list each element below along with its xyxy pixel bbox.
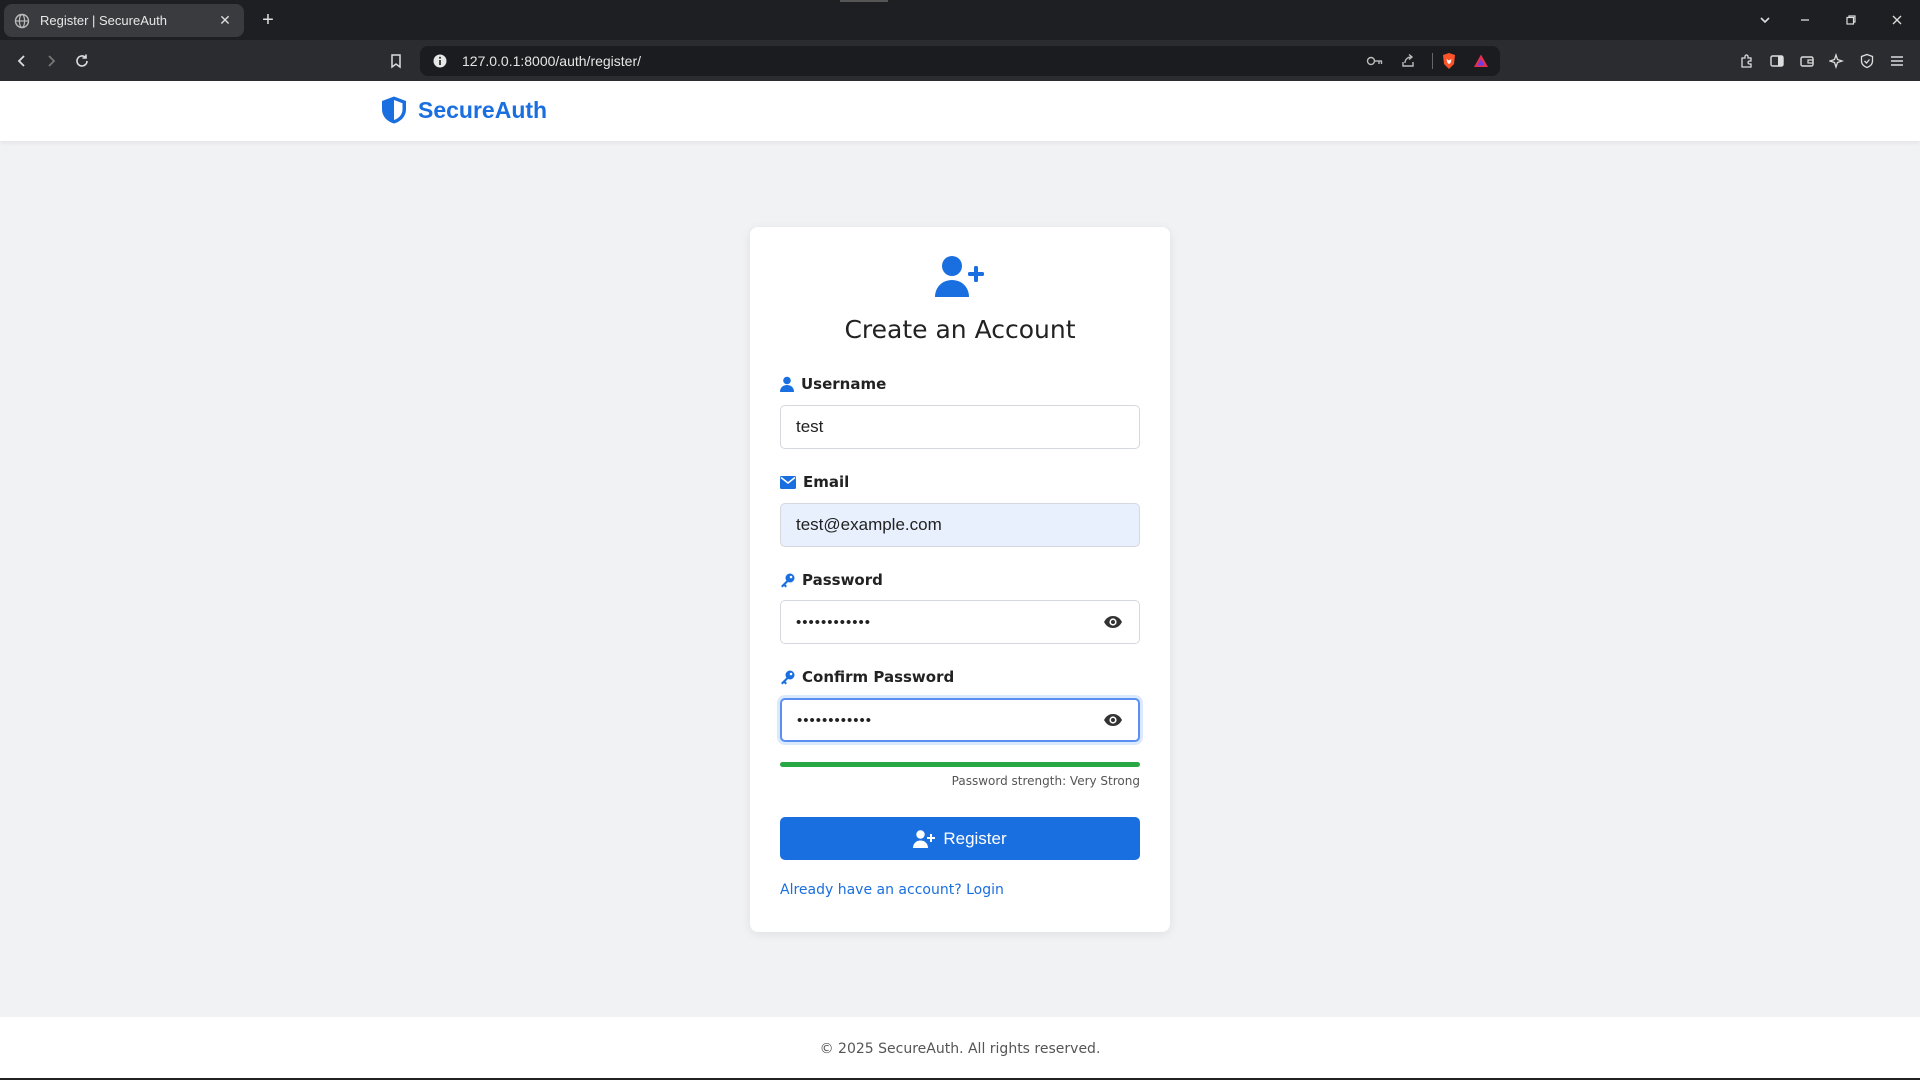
username-label: Username bbox=[780, 375, 886, 393]
address-bar[interactable]: 127.0.0.1:8000/auth/register/ bbox=[420, 46, 1500, 76]
password-key-icon[interactable] bbox=[1366, 55, 1390, 67]
password-strength-text: Password strength: Very Strong bbox=[951, 774, 1140, 788]
username-input[interactable] bbox=[780, 405, 1140, 449]
footer-copyright: © 2025 SecureAuth. All rights reserved. bbox=[819, 1041, 1101, 1057]
restore-icon[interactable] bbox=[1836, 8, 1866, 32]
email-input[interactable] bbox=[780, 503, 1140, 547]
tab-strip-indicator bbox=[840, 0, 888, 2]
wallet-icon[interactable] bbox=[1794, 48, 1820, 74]
extensions-icon[interactable] bbox=[1734, 48, 1760, 74]
brave-rewards-icon[interactable] bbox=[1473, 53, 1495, 69]
tab-search-chevron-icon[interactable] bbox=[1750, 8, 1780, 32]
register-button-label: Register bbox=[943, 828, 1007, 848]
page-title: Create an Account bbox=[844, 315, 1076, 344]
username-label-text: Username bbox=[801, 375, 887, 393]
confirm-password-input[interactable] bbox=[780, 698, 1140, 742]
email-label: Email bbox=[780, 473, 849, 491]
site-navbar: SecureAuth bbox=[0, 81, 1920, 141]
eye-icon[interactable] bbox=[1102, 709, 1124, 731]
user-plus-icon bbox=[935, 255, 987, 304]
brave-shields-icon[interactable] bbox=[1441, 52, 1463, 70]
key-icon bbox=[781, 670, 795, 684]
register-card: Create an Account Username Email Passwor… bbox=[750, 227, 1170, 932]
forward-icon[interactable] bbox=[38, 48, 64, 74]
bookmark-icon[interactable] bbox=[383, 48, 409, 74]
email-label-text: Email bbox=[803, 473, 850, 491]
confirm-password-label-text: Confirm Password bbox=[802, 668, 955, 686]
new-tab-button[interactable]: + bbox=[256, 8, 280, 32]
confirm-password-label: Confirm Password bbox=[780, 668, 954, 686]
share-icon[interactable] bbox=[1400, 53, 1424, 69]
sidebar-icon[interactable] bbox=[1764, 48, 1790, 74]
back-icon[interactable] bbox=[9, 48, 35, 74]
minimize-icon[interactable] bbox=[1790, 8, 1820, 32]
user-icon bbox=[780, 376, 794, 392]
password-input[interactable] bbox=[780, 600, 1140, 644]
tab-close-icon[interactable]: ✕ bbox=[216, 12, 234, 30]
login-link[interactable]: Already have an account? Login bbox=[780, 882, 1004, 898]
reload-icon[interactable] bbox=[69, 48, 95, 74]
globe-icon bbox=[14, 13, 30, 29]
key-icon bbox=[781, 573, 795, 587]
envelope-icon bbox=[780, 475, 796, 489]
site-footer: © 2025 SecureAuth. All rights reserved. bbox=[0, 1017, 1920, 1078]
leo-ai-icon[interactable] bbox=[1824, 48, 1850, 74]
url-text: 127.0.0.1:8000/auth/register/ bbox=[462, 53, 642, 69]
browser-tab-bar: Register | SecureAuth ✕ + bbox=[0, 0, 1920, 40]
vpn-shield-icon[interactable] bbox=[1854, 48, 1880, 74]
close-window-icon[interactable] bbox=[1882, 8, 1912, 32]
shield-icon bbox=[382, 96, 406, 124]
user-plus-icon bbox=[913, 829, 936, 848]
password-label: Password bbox=[780, 571, 883, 589]
password-strength-bar bbox=[780, 762, 1140, 767]
brand-name: SecureAuth bbox=[418, 96, 548, 123]
address-bar-actions bbox=[1366, 50, 1495, 72]
menu-icon[interactable] bbox=[1884, 48, 1910, 74]
tab-title: Register | SecureAuth bbox=[40, 13, 167, 28]
browser-tab-register[interactable]: Register | SecureAuth ✕ bbox=[4, 4, 244, 37]
password-label-text: Password bbox=[802, 571, 883, 589]
eye-icon[interactable] bbox=[1102, 611, 1124, 633]
site-info-icon[interactable] bbox=[432, 53, 448, 69]
brand-logo-link[interactable]: SecureAuth bbox=[380, 95, 547, 125]
toolbar-divider bbox=[1432, 53, 1433, 69]
register-button[interactable]: Register bbox=[780, 817, 1140, 860]
